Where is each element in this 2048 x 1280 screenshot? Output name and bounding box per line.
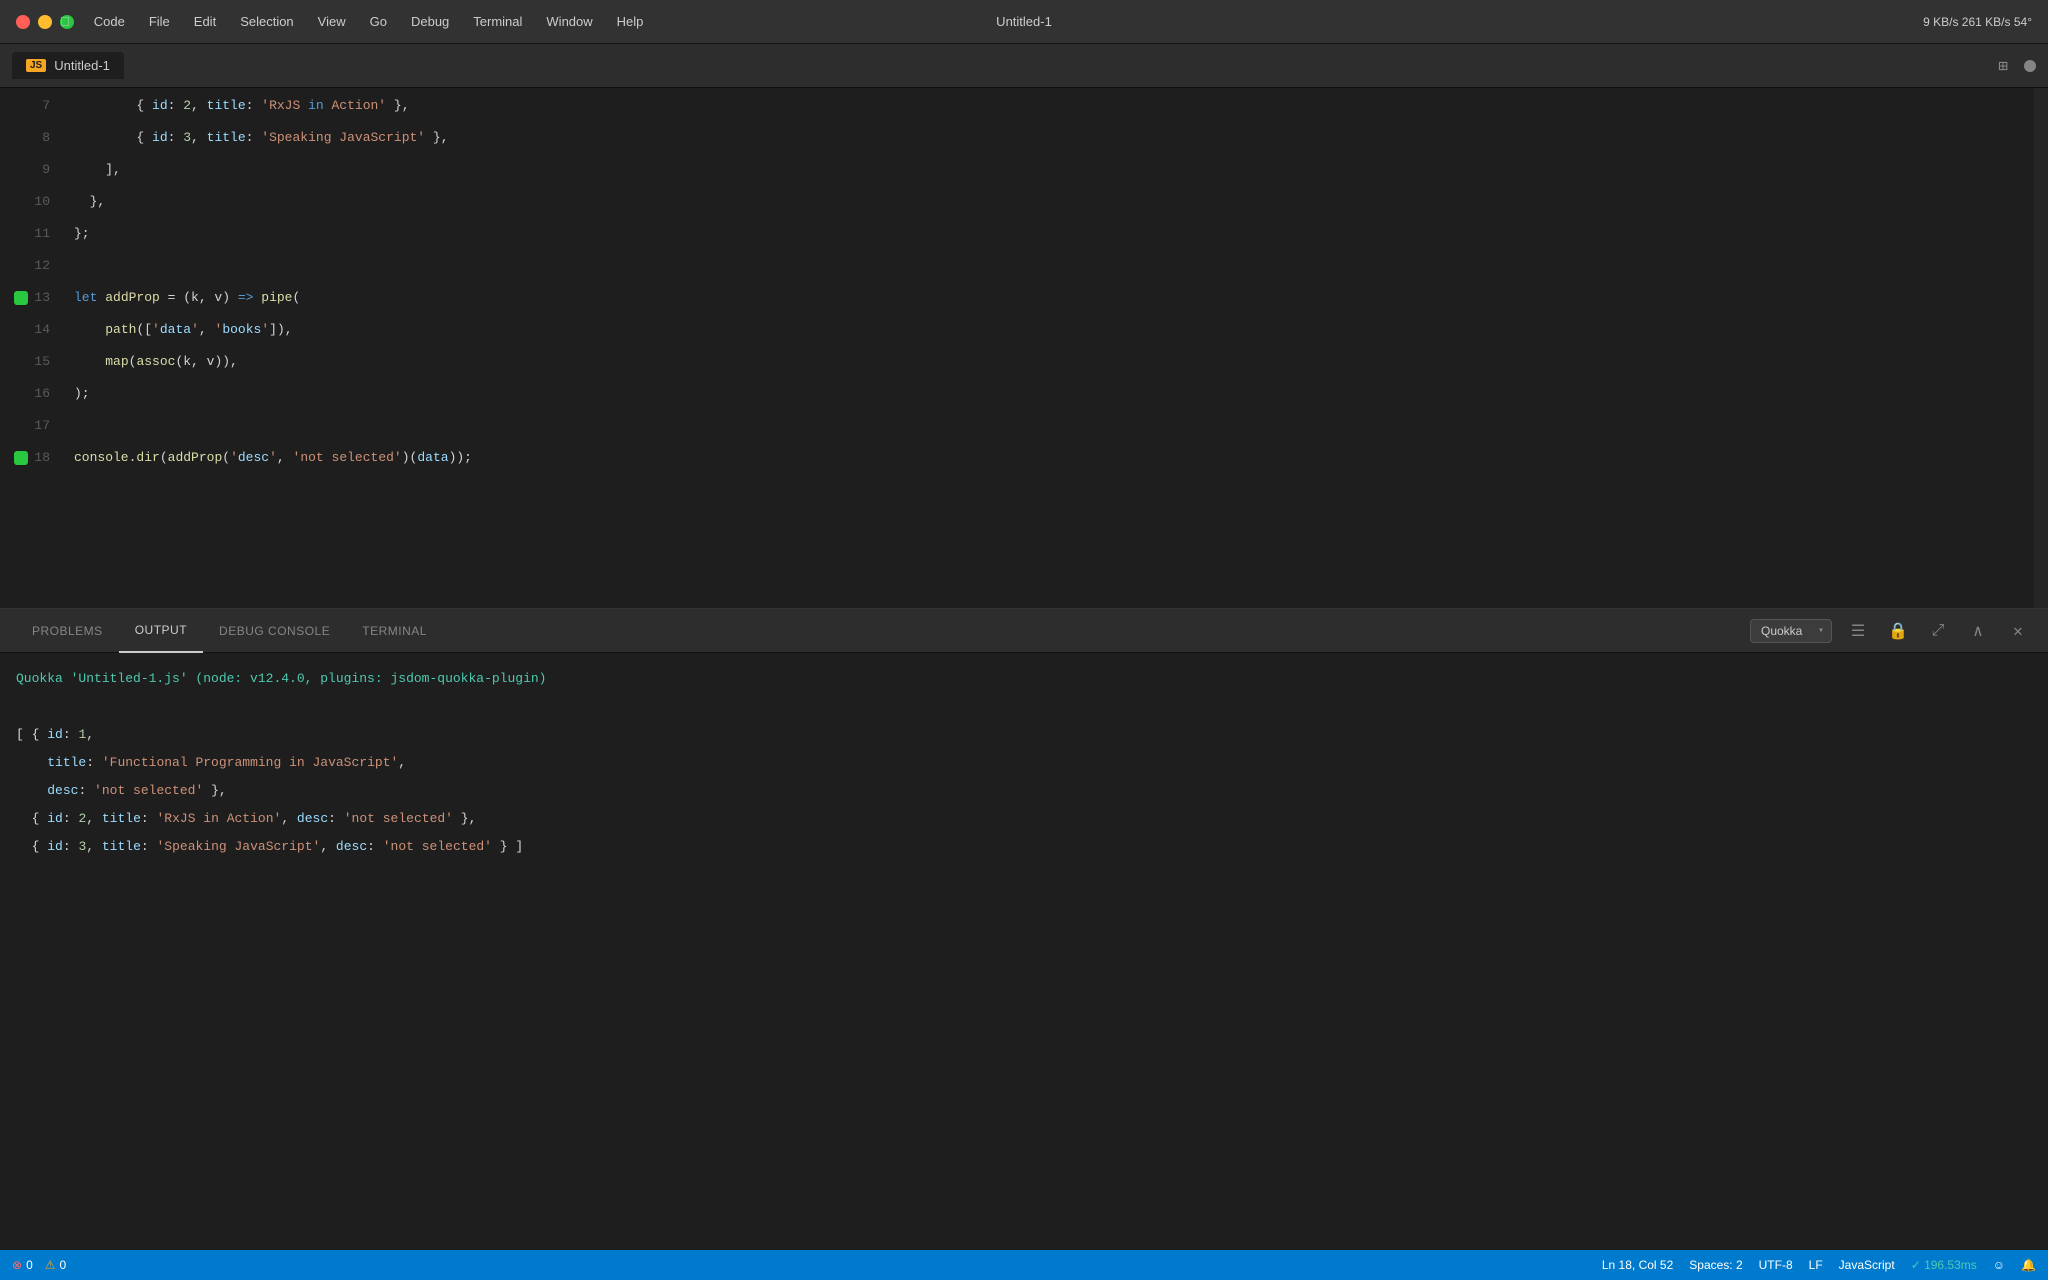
line-number-14: 14 bbox=[0, 314, 70, 346]
error-number: 0 bbox=[26, 1258, 33, 1272]
code-line-15[interactable]: map(assoc(k, v)), bbox=[70, 346, 2034, 378]
line-number-18: 18 bbox=[0, 442, 70, 474]
editor-tab[interactable]: JS Untitled-1 bbox=[12, 52, 124, 79]
panel-output: Quokka 'Untitled-1.js' (node: v12.4.0, p… bbox=[0, 653, 2048, 1228]
output-spacer bbox=[16, 693, 2032, 721]
output-line-2: desc: 'not selected' }, bbox=[16, 777, 2032, 805]
line-number-9: 9 bbox=[0, 154, 70, 186]
status-right: Ln 18, Col 52 Spaces: 2 UTF-8 LF JavaScr… bbox=[1602, 1258, 2036, 1272]
code-line-10[interactable]: }, bbox=[70, 186, 2034, 218]
tab-status-dot bbox=[2024, 60, 2036, 72]
line-number-8: 8 bbox=[0, 122, 70, 154]
code-line-7[interactable]: { id: 2, title: 'RxJS in Action' }, bbox=[70, 90, 2034, 122]
export-icon[interactable]: ⤢ bbox=[1924, 617, 1952, 645]
menu-terminal[interactable]: Terminal bbox=[463, 10, 532, 33]
output-source-dropdown[interactable]: Quokka bbox=[1750, 619, 1832, 643]
tabbar: JS Untitled-1 ⊞ bbox=[0, 44, 2048, 88]
statusbar: ⊗ 0 ⚠ 0 Ln 18, Col 52 Spaces: 2 UTF-8 LF… bbox=[0, 1250, 2048, 1280]
line-number-10: 10 bbox=[0, 186, 70, 218]
tab-filename: Untitled-1 bbox=[54, 58, 110, 73]
menu-file[interactable]: File bbox=[139, 10, 180, 33]
menubar:  Code File Edit Selection View Go Debug… bbox=[50, 0, 653, 43]
line-number-11: 11 bbox=[0, 218, 70, 250]
js-badge: JS bbox=[26, 59, 46, 72]
chevron-up-icon[interactable]: ∧ bbox=[1964, 617, 1992, 645]
cursor-position[interactable]: Ln 18, Col 52 bbox=[1602, 1258, 1673, 1272]
close-button[interactable] bbox=[16, 15, 30, 29]
panel: PROBLEMS OUTPUT DEBUG CONSOLE TERMINAL Q… bbox=[0, 608, 2048, 1228]
output-line-4: { id: 3, title: 'Speaking JavaScript', d… bbox=[16, 833, 2032, 861]
error-icon: ⊗ bbox=[12, 1258, 22, 1272]
titlebar-right: 9 KB/s 261 KB/s 54° bbox=[1923, 0, 2032, 43]
split-editor-icon[interactable]: ⊞ bbox=[1998, 56, 2008, 76]
code-line-18[interactable]: console.dir(addProp('desc', 'not selecte… bbox=[70, 442, 2034, 474]
line-number-15: 15 bbox=[0, 346, 70, 378]
menu-window[interactable]: Window bbox=[536, 10, 602, 33]
menu-code[interactable]: Code bbox=[84, 10, 135, 33]
output-line-3: { id: 2, title: 'RxJS in Action', desc: … bbox=[16, 805, 2032, 833]
code-line-11[interactable]: }; bbox=[70, 218, 2034, 250]
encoding-indicator[interactable]: UTF-8 bbox=[1759, 1258, 1793, 1272]
lock-icon[interactable]: 🔒 bbox=[1884, 617, 1912, 645]
titlebar:  Code File Edit Selection View Go Debug… bbox=[0, 0, 2048, 44]
quokka-header-line: Quokka 'Untitled-1.js' (node: v12.4.0, p… bbox=[16, 665, 2032, 693]
line-number-17: 17 bbox=[0, 410, 70, 442]
line-number-16: 16 bbox=[0, 378, 70, 410]
menu-edit[interactable]: Edit bbox=[184, 10, 226, 33]
output-content: [ { id: 1, title: 'Functional Programmin… bbox=[16, 721, 2032, 861]
scrollbar[interactable] bbox=[2034, 88, 2048, 608]
quokka-time: ✓ 196.53ms bbox=[1911, 1258, 1977, 1272]
eol-indicator[interactable]: LF bbox=[1809, 1258, 1823, 1272]
tab-debug-console[interactable]: DEBUG CONSOLE bbox=[203, 609, 346, 653]
spaces-indicator[interactable]: Spaces: 2 bbox=[1689, 1258, 1742, 1272]
line-number-12: 12 bbox=[0, 250, 70, 282]
panel-dropdown-wrap[interactable]: Quokka ▾ bbox=[1750, 619, 1832, 643]
warning-icon: ⚠ bbox=[45, 1258, 56, 1272]
code-line-14[interactable]: path(['data', 'books']), bbox=[70, 314, 2034, 346]
tab-output[interactable]: OUTPUT bbox=[119, 609, 203, 653]
menu-apple[interactable]:  bbox=[50, 10, 80, 33]
output-line-1: title: 'Functional Programming in JavaSc… bbox=[16, 749, 2032, 777]
menu-selection[interactable]: Selection bbox=[230, 10, 303, 33]
line-number-7: 7 bbox=[0, 90, 70, 122]
code-line-17[interactable] bbox=[70, 410, 2034, 442]
editor: 789101112131415161718 { id: 2, title: 'R… bbox=[0, 88, 2048, 608]
output-line-0: [ { id: 1, bbox=[16, 721, 2032, 749]
menu-view[interactable]: View bbox=[308, 10, 356, 33]
language-indicator[interactable]: JavaScript bbox=[1839, 1258, 1895, 1272]
close-panel-icon[interactable]: ✕ bbox=[2004, 617, 2032, 645]
code-line-8[interactable]: { id: 3, title: 'Speaking JavaScript' }, bbox=[70, 122, 2034, 154]
code-line-13[interactable]: let addProp = (k, v) => pipe( bbox=[70, 282, 2034, 314]
warning-number: 0 bbox=[60, 1258, 67, 1272]
code-content[interactable]: { id: 2, title: 'RxJS in Action' }, { id… bbox=[70, 88, 2034, 608]
menu-help[interactable]: Help bbox=[607, 10, 654, 33]
code-line-16[interactable]: ); bbox=[70, 378, 2034, 410]
menu-debug[interactable]: Debug bbox=[401, 10, 459, 33]
feedback-icon[interactable]: ☺ bbox=[1993, 1258, 2005, 1272]
list-icon[interactable]: ☰ bbox=[1844, 617, 1872, 645]
code-line-9[interactable]: ], bbox=[70, 154, 2034, 186]
bell-icon[interactable]: 🔔 bbox=[2021, 1258, 2036, 1272]
error-count[interactable]: ⊗ 0 ⚠ 0 bbox=[12, 1258, 66, 1272]
code-line-12[interactable] bbox=[70, 250, 2034, 282]
panel-controls: Quokka ▾ ☰ 🔒 ⤢ ∧ ✕ bbox=[1750, 617, 2032, 645]
tab-actions: ⊞ bbox=[1998, 56, 2036, 76]
tab-terminal[interactable]: TERMINAL bbox=[346, 609, 443, 653]
line-numbers: 789101112131415161718 bbox=[0, 88, 70, 608]
line-number-13: 13 bbox=[0, 282, 70, 314]
menu-go[interactable]: Go bbox=[360, 10, 397, 33]
panel-header: PROBLEMS OUTPUT DEBUG CONSOLE TERMINAL Q… bbox=[0, 609, 2048, 653]
window-title: Untitled-1 bbox=[996, 14, 1052, 29]
tab-problems[interactable]: PROBLEMS bbox=[16, 609, 119, 653]
sys-info: 9 KB/s 261 KB/s 54° bbox=[1923, 15, 2032, 29]
